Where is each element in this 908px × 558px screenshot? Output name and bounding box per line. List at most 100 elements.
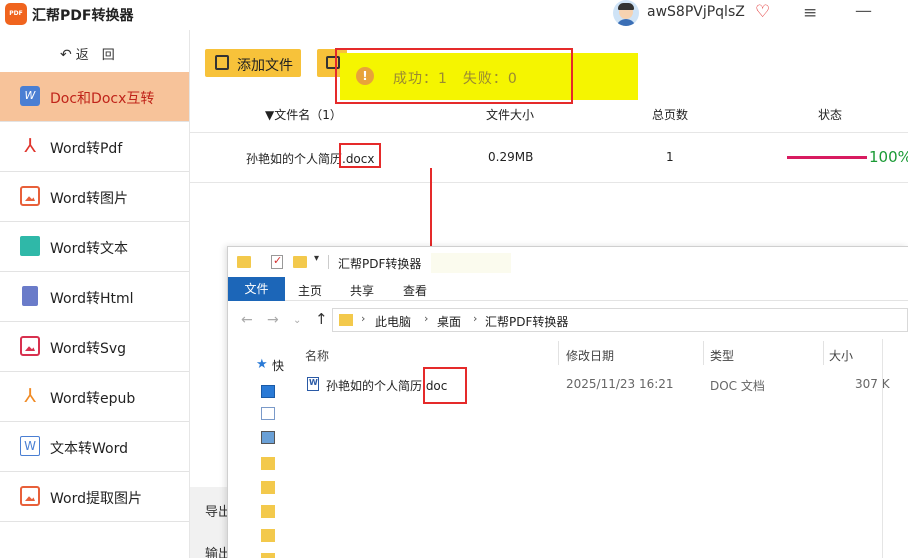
column-header-pages: 总页数 bbox=[652, 108, 689, 122]
sidebar-item-word-pdf[interactable]: ⅄ Word转Pdf bbox=[0, 122, 189, 172]
sidebar-item-label: Doc和Docx互转 bbox=[50, 91, 155, 107]
folder-icon bbox=[339, 314, 353, 326]
chevron-right-icon: › bbox=[473, 312, 478, 325]
column-separator bbox=[703, 341, 704, 365]
table-divider bbox=[190, 182, 908, 183]
sidebar-item-label: Word转epub bbox=[50, 391, 136, 407]
folder-icon[interactable] bbox=[261, 481, 275, 494]
picture-icon[interactable] bbox=[261, 431, 275, 444]
back-arrow-icon: ↶ bbox=[60, 47, 72, 63]
breadcrumb-folder[interactable]: 汇帮PDF转换器 bbox=[485, 313, 568, 330]
folder-icon bbox=[237, 256, 251, 268]
explorer-file-type: DOC 文档 bbox=[710, 379, 765, 393]
document-icon[interactable] bbox=[261, 407, 275, 420]
sidebar-item-label: Word转图片 bbox=[50, 191, 128, 207]
explorer-title-bar: ▾ 汇帮PDF转换器 bbox=[228, 247, 908, 277]
word-doc-icon bbox=[307, 377, 319, 391]
tab-file[interactable]: 文件 bbox=[228, 277, 285, 301]
up-arrow-icon[interactable]: ↑ bbox=[315, 310, 328, 328]
column-separator bbox=[558, 341, 559, 365]
annotation-box-toast bbox=[335, 48, 573, 104]
annotation-box-docx bbox=[339, 143, 381, 168]
html-file-icon bbox=[22, 286, 38, 306]
ribbon-tabs: 文件 主页 共享 查看 bbox=[228, 277, 908, 301]
minimize-icon[interactable]: — bbox=[855, 1, 872, 21]
file-size-cell: 0.29MB bbox=[488, 150, 534, 164]
explorer-file-size: 307 K bbox=[855, 377, 890, 391]
chevron-right-icon: › bbox=[361, 312, 366, 325]
sidebar-item-label: 文本转Word bbox=[50, 441, 128, 457]
chevron-down-icon[interactable]: ⌄ bbox=[293, 315, 301, 326]
table-divider bbox=[190, 132, 908, 133]
sidebar-item-word-text[interactable]: Word转文本 bbox=[0, 222, 189, 272]
title-highlight bbox=[431, 253, 511, 273]
chevron-down-icon[interactable]: ▾ bbox=[314, 253, 319, 264]
navigation-pane: ★ 快 bbox=[228, 339, 298, 558]
word-icon: W bbox=[20, 436, 40, 456]
folder-icon[interactable] bbox=[261, 457, 275, 470]
explorer-title: 汇帮PDF转换器 bbox=[338, 257, 422, 271]
desktop-icon[interactable] bbox=[261, 385, 275, 398]
sidebar-item-label: Word转Html bbox=[50, 291, 134, 307]
app-logo-icon: PDF bbox=[5, 3, 27, 25]
explorer-file-modified: 2025/11/23 16:21 bbox=[566, 377, 674, 391]
sidebar-item-word-html[interactable]: Word转Html bbox=[0, 272, 189, 322]
sidebar-item-label: Word提取图片 bbox=[50, 491, 142, 507]
chevron-right-icon: › bbox=[424, 312, 429, 325]
add-file-button[interactable]: 添加文件 bbox=[205, 49, 301, 77]
sidebar-item-doc-docx[interactable]: W Doc和Docx互转 bbox=[0, 72, 189, 122]
annotation-box-doc bbox=[423, 367, 467, 404]
hamburger-menu-icon[interactable]: ≡ bbox=[803, 3, 817, 23]
epub-icon: ⅄ bbox=[24, 385, 36, 407]
file-explorer-window: ▾ 汇帮PDF转换器 文件 主页 共享 查看 ← → ⌄ ↑ › 此电脑 › 桌… bbox=[227, 246, 908, 558]
column-type[interactable]: 类型 bbox=[710, 347, 734, 364]
sidebar-item-word-svg[interactable]: Word转Svg bbox=[0, 322, 189, 372]
svg-image-icon bbox=[20, 336, 40, 356]
sidebar: ↶ 返 回 W Doc和Docx互转 ⅄ Word转Pdf Word转图片 Wor… bbox=[0, 30, 190, 558]
address-bar[interactable]: › 此电脑 › 桌面 › 汇帮PDF转换器 bbox=[332, 308, 908, 332]
folder-icon[interactable] bbox=[261, 529, 275, 542]
breadcrumb-this-pc[interactable]: 此电脑 bbox=[375, 313, 411, 330]
sidebar-item-text-word[interactable]: W 文本转Word bbox=[0, 422, 189, 472]
separator bbox=[328, 255, 329, 269]
progress-percent: 100% bbox=[869, 148, 908, 166]
breadcrumb-desktop[interactable]: 桌面 bbox=[437, 313, 461, 330]
column-header-size: 文件大小 bbox=[486, 108, 535, 122]
sidebar-item-label: Word转文本 bbox=[50, 241, 128, 257]
folder-icon[interactable] bbox=[261, 505, 275, 518]
avatar[interactable] bbox=[613, 0, 639, 26]
sidebar-item-word-epub[interactable]: ⅄ Word转epub bbox=[0, 372, 189, 422]
vip-heart-icon[interactable]: ♡ bbox=[755, 2, 770, 22]
forward-arrow-icon[interactable]: → bbox=[267, 312, 279, 328]
word-doc-icon: W bbox=[20, 86, 40, 106]
back-label: 返 回 bbox=[75, 48, 115, 63]
text-file-icon bbox=[20, 236, 40, 256]
add-file-label: 添加文件 bbox=[237, 58, 293, 74]
sidebar-item-word-image[interactable]: Word转图片 bbox=[0, 172, 189, 222]
username[interactable]: awS8PVjPqlsZ bbox=[647, 4, 745, 20]
back-arrow-icon[interactable]: ← bbox=[241, 312, 253, 328]
address-bar-area: ← → ⌄ ↑ › 此电脑 › 桌面 › 汇帮PDF转换器 bbox=[228, 301, 908, 339]
column-separator bbox=[823, 341, 824, 365]
column-modified[interactable]: 修改日期 bbox=[566, 347, 614, 364]
column-size[interactable]: 大小 bbox=[829, 347, 853, 364]
page-count-cell: 1 bbox=[666, 150, 674, 164]
tab-share[interactable]: 共享 bbox=[350, 282, 374, 299]
column-header-filename[interactable]: ▼文件名（1） bbox=[265, 106, 342, 123]
pdf-icon: ⅄ bbox=[24, 135, 36, 157]
add-file-icon bbox=[215, 55, 229, 70]
extract-image-icon bbox=[20, 486, 40, 506]
column-name[interactable]: 名称 bbox=[305, 347, 329, 364]
title-bar: PDF 汇帮PDF转换器 awS8PVjPqlsZ ♡ ≡ — bbox=[0, 0, 908, 30]
column-header-status: 状态 bbox=[818, 108, 843, 122]
folder-icon[interactable] bbox=[261, 553, 275, 558]
sidebar-item-extract-image[interactable]: Word提取图片 bbox=[0, 472, 189, 522]
tab-view[interactable]: 查看 bbox=[403, 282, 427, 299]
image-icon bbox=[20, 186, 40, 206]
tab-home[interactable]: 主页 bbox=[298, 282, 322, 299]
new-folder-icon[interactable] bbox=[293, 256, 307, 268]
quick-access-label[interactable]: 快 bbox=[272, 357, 284, 374]
scrollbar[interactable] bbox=[882, 339, 883, 558]
properties-icon[interactable] bbox=[271, 254, 283, 269]
back-button[interactable]: ↶ 返 回 bbox=[60, 44, 115, 63]
